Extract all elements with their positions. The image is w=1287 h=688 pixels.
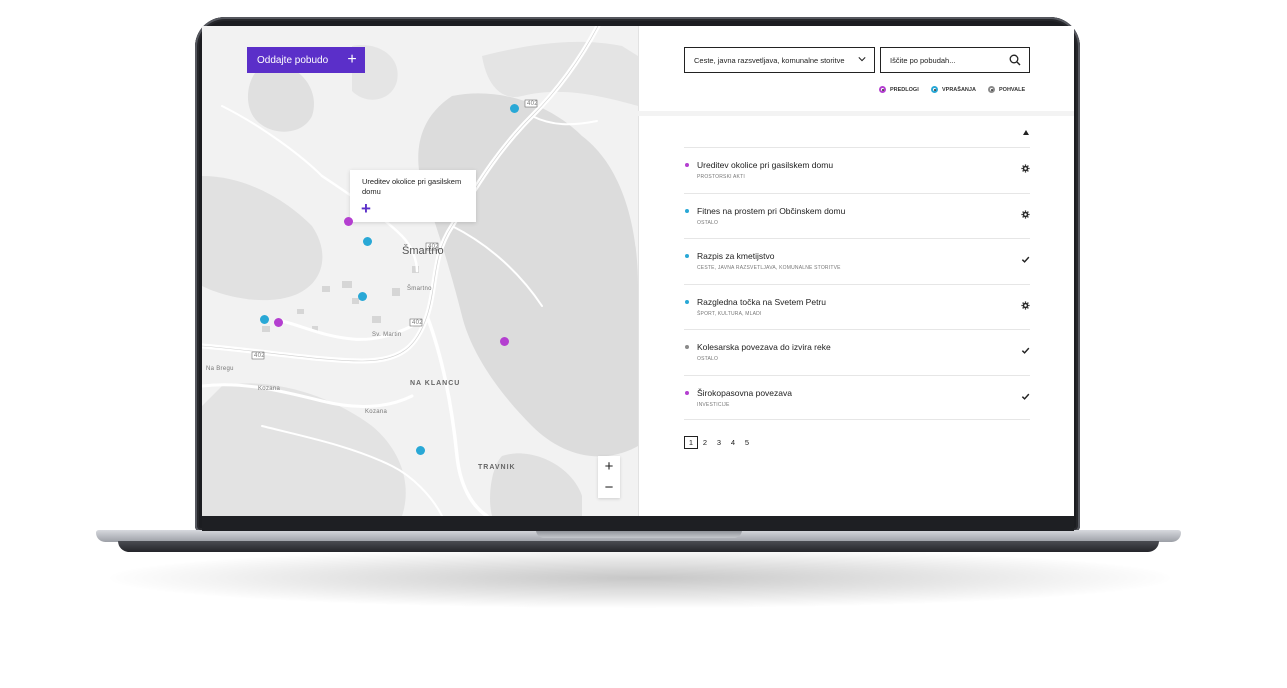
type-dot [685,390,689,395]
legend-label: PREDLOGI [890,86,919,93]
search-input[interactable]: Iščite po pobudah... [880,47,1030,73]
item-category: CESTE, JAVNA RAZSVETLJAVA, KOMUNALNE STO… [697,265,841,271]
zoom-out-button[interactable]: − [598,477,620,498]
place-label-kozana: Kozana [258,386,281,392]
laptop-base-lower [118,541,1159,552]
place-label-travnik: TRAVNIK [478,464,516,471]
road-shield-label: 402 [254,353,265,359]
page-button-2[interactable]: 2 [698,436,712,449]
list-item[interactable]: Ureditev okolice pri gasilskem domu PROS… [684,147,1030,193]
legend-ring-icon [988,86,995,93]
zoom-control: + − [598,456,620,498]
submit-initiative-button[interactable]: Oddajte pobudo + [247,47,365,73]
legend-item-pohvale[interactable]: POHVALE [988,86,1025,93]
gear-icon [1021,209,1030,219]
list-item[interactable]: Razgledna točka na Svetem Petru ŠPORT, K… [684,283,1030,330]
popup-title: Ureditev okolice pri gasilskem domu [362,177,462,196]
legend-item-vprasanja[interactable]: VPRAŠANJA [931,86,976,93]
road-shield-label: 402 [412,320,423,326]
page-button-5[interactable]: 5 [740,436,754,449]
page-button-4[interactable]: 4 [726,436,740,449]
item-category: ŠPORT, KULTURA, MLADI [697,310,762,317]
legend-label: VPRAŠANJA [942,86,976,93]
place-label-smartno-small: Šmartno [407,286,432,292]
check-icon [1021,347,1030,354]
legend-ring-icon [931,86,938,93]
search-icon[interactable] [1009,54,1021,66]
item-category: OSTALO [697,356,719,362]
item-title: Kolesarska povezava do izvira reke [697,342,831,352]
place-label-na-bregu: Na Bregu [206,366,234,372]
check-icon [1021,393,1030,400]
map-pin[interactable] [500,337,509,346]
map-pin[interactable] [358,292,367,301]
type-dot [685,345,689,349]
place-label-na-klancu: NA KLANCU [410,380,461,387]
page-button-3[interactable]: 3 [712,436,726,449]
type-dot [685,208,689,213]
map-pin[interactable] [344,217,353,226]
place-label-smartno: Šmartno [402,245,444,257]
plus-icon: + [347,51,357,68]
item-category: OSTALO [697,219,719,226]
item-title: Širokopasovna povezava [697,387,792,398]
screen-chin [202,515,1074,531]
item-title: Ureditev okolice pri gasilskem domu [697,160,834,170]
legend-item-predlogi[interactable]: PREDLOGI [879,86,919,93]
laptop-notch [536,530,742,538]
item-title: Razpis za kmetijstvo [697,251,775,261]
item-title: Fitnes na prostem pri Občinskem domu [697,205,846,216]
map-pin[interactable] [510,104,519,113]
laptop-shadow [110,548,1170,608]
map-pin[interactable] [260,315,269,324]
place-label-kozana: Kozana [365,409,388,415]
gear-icon [1021,300,1030,310]
list-item[interactable]: Razpis za kmetijstvo CESTE, JAVNA RAZSVE… [684,238,1030,284]
list-item[interactable]: Širokopasovna povezava INVESTICIJE [684,374,1030,420]
chevron-down-icon [858,57,866,62]
road-shield-label: 402 [527,101,538,107]
initiatives-panel: Ceste, javna razsvetljava, komunalne sto… [638,26,1074,516]
legend-ring-icon [879,86,886,93]
item-category: INVESTICIJE [697,401,730,408]
place-label-sv-martin: Sv. Martin [372,332,402,338]
map-pin[interactable] [363,237,372,246]
search-placeholder: Iščite po pobudah... [890,55,956,65]
map-pin[interactable] [274,318,283,327]
item-title: Razgledna točka na Svetem Petru [697,296,826,307]
map[interactable]: 402 402 402 402 Šmartno NA KLANCU TRAVNI… [202,26,638,516]
screen: 402 402 402 402 Šmartno NA KLANCU TRAVNI… [202,26,1074,516]
panel-divider [638,26,639,516]
plus-icon[interactable]: + [361,200,371,217]
list-item[interactable]: Fitnes na prostem pri Občinskem domu OST… [684,192,1030,239]
sort-up-icon[interactable] [1023,130,1029,135]
category-select-value: Ceste, javna razsvetljava, komunalne sto… [694,55,845,65]
type-dot [685,254,689,258]
map-popup[interactable]: Ureditev okolice pri gasilskem domu + [350,170,476,222]
map-background [202,26,638,516]
pagination: 1 2 3 4 5 [684,436,754,449]
item-category: PROSTORSKI AKTI [697,174,745,180]
zoom-in-button[interactable]: + [598,456,620,477]
category-select[interactable]: Ceste, javna razsvetljava, komunalne sto… [684,47,875,73]
map-pin[interactable] [416,446,425,455]
header-separator [638,111,1074,116]
submit-initiative-label: Oddajte pobudo [257,54,329,66]
initiatives-list: Ureditev okolice pri gasilskem domu PROS… [684,147,1030,420]
page-button-1[interactable]: 1 [684,436,698,449]
type-dot [685,163,689,167]
type-dot [685,299,689,304]
gear-icon [1021,164,1030,173]
list-item[interactable]: Kolesarska povezava do izvira reke OSTAL… [684,329,1030,375]
legend-label: POHVALE [999,86,1026,93]
check-icon [1021,256,1030,263]
